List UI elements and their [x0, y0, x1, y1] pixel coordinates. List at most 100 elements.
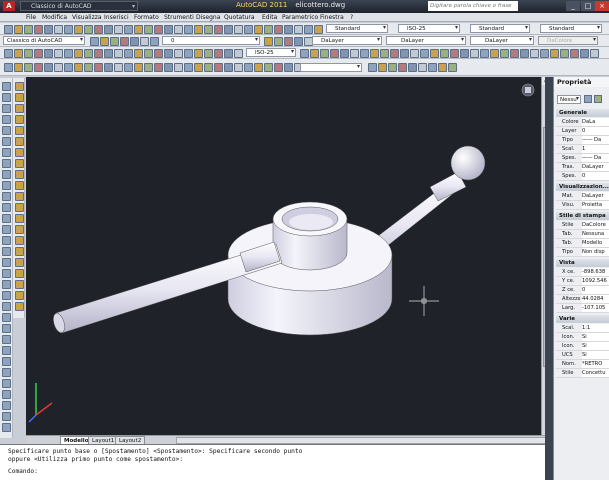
view-tool-icon[interactable]: [34, 63, 43, 72]
standard-tool-icon[interactable]: [294, 25, 303, 34]
view-tool-icon[interactable]: [144, 63, 153, 72]
property-row[interactable]: Tras. DaLayer: [556, 163, 609, 172]
standard-tool-icon[interactable]: [274, 25, 283, 34]
dimension-tool-icon[interactable]: [14, 49, 23, 58]
view-tool-icon[interactable]: [388, 63, 397, 72]
draw-tool-icon[interactable]: [2, 247, 11, 256]
standard-tool-icon[interactable]: [94, 25, 103, 34]
property-value[interactable]: DaLayer: [582, 192, 609, 200]
dimension-tool-icon[interactable]: [24, 49, 33, 58]
view-tool-icon[interactable]: [84, 63, 93, 72]
draw-tool-icon[interactable]: [2, 324, 11, 333]
layer-tool-icon[interactable]: [90, 37, 99, 46]
standard-tool-icon[interactable]: [234, 25, 243, 34]
view-tool-icon[interactable]: [224, 63, 233, 72]
dimension-tool-icon[interactable]: [520, 49, 529, 58]
property-section-header[interactable]: Vista: [556, 259, 609, 267]
draw-tool-icon[interactable]: [2, 357, 11, 366]
modify-tool-icon[interactable]: [15, 170, 24, 179]
view-tool-icon[interactable]: [418, 63, 427, 72]
property-value[interactable]: 0: [582, 127, 609, 135]
menu-visualizza[interactable]: Visualizza: [72, 13, 102, 22]
property-row[interactable]: Larg. -107.105: [556, 304, 609, 313]
property-row[interactable]: Visu. Proietta: [556, 201, 609, 210]
view-tool-icon[interactable]: [24, 63, 33, 72]
menu-edita[interactable]: Edita: [262, 13, 277, 22]
dimension-tool-icon[interactable]: [234, 49, 243, 58]
draw-tool-icon[interactable]: [2, 412, 11, 421]
modify-tool-icon[interactable]: [15, 104, 24, 113]
dimension-tool-icon[interactable]: [310, 49, 319, 58]
layer-tool-icon[interactable]: [100, 37, 109, 46]
property-value[interactable]: 44.0284: [582, 295, 609, 303]
property-row[interactable]: X ce. -898.638: [556, 268, 609, 277]
standard-tool-icon[interactable]: [74, 25, 83, 34]
color-combo[interactable]: DaLayer ▾: [312, 36, 382, 45]
property-value[interactable]: 1: [582, 145, 609, 153]
layer-tool-icon[interactable]: [110, 37, 119, 46]
property-section-header[interactable]: Varie: [556, 315, 609, 323]
standard-tool-icon[interactable]: [184, 25, 193, 34]
standard-tool-icon[interactable]: [304, 25, 313, 34]
view-tool-icon[interactable]: [408, 63, 417, 72]
draw-tool-icon[interactable]: [2, 203, 11, 212]
dimension-tool-icon[interactable]: [174, 49, 183, 58]
dimension-tool-icon[interactable]: [204, 49, 213, 58]
standard-tool-icon[interactable]: [164, 25, 173, 34]
view-tool-icon[interactable]: [184, 63, 193, 72]
view-tool-icon[interactable]: [94, 63, 103, 72]
lineweight-combo[interactable]: DaLayer ▾: [470, 36, 534, 45]
dimension-tool-icon[interactable]: [560, 49, 569, 58]
property-value[interactable]: *RETRO: [582, 360, 609, 368]
dimension-tool-icon[interactable]: [54, 49, 63, 58]
view-tool-icon[interactable]: [398, 63, 407, 72]
property-value[interactable]: 1:1: [582, 324, 609, 332]
property-row[interactable]: Scal. 1:1: [556, 324, 609, 333]
dimension-tool-icon[interactable]: [184, 49, 193, 58]
modify-tool-icon[interactable]: [15, 203, 24, 212]
draw-tool-icon[interactable]: [2, 346, 11, 355]
dimension-tool-icon[interactable]: [300, 49, 309, 58]
menu-strumenti[interactable]: Strumenti: [164, 13, 194, 22]
property-value[interactable]: Proietta: [582, 201, 609, 209]
draw-tool-icon[interactable]: [2, 302, 11, 311]
layer-tool-icon[interactable]: [274, 37, 283, 46]
standard-tool-icon[interactable]: [204, 25, 213, 34]
standard-tool-icon[interactable]: [134, 25, 143, 34]
dimstyle-combo-2[interactable]: ISO-25 ▾: [246, 48, 296, 57]
menu-modifica[interactable]: Modifica: [42, 13, 67, 22]
draw-tool-icon[interactable]: [2, 390, 11, 399]
modify-tool-icon[interactable]: [15, 280, 24, 289]
property-row[interactable]: Icon. Si: [556, 342, 609, 351]
property-value[interactable]: 1092.546: [582, 277, 609, 285]
tablestyle-combo[interactable]: Standard ▾: [470, 24, 530, 33]
draw-tool-icon[interactable]: [2, 93, 11, 102]
view-tool-icon[interactable]: [154, 63, 163, 72]
multileader-combo[interactable]: Standard ▾: [540, 24, 602, 33]
standard-tool-icon[interactable]: [284, 25, 293, 34]
property-row[interactable]: Stile Concettu: [556, 369, 609, 378]
app-logo-icon[interactable]: A: [3, 1, 15, 11]
dimension-tool-icon[interactable]: [134, 49, 143, 58]
layer-tool-icon[interactable]: [120, 37, 129, 46]
standard-tool-icon[interactable]: [144, 25, 153, 34]
layer-combo[interactable]: 0 ▾: [162, 36, 260, 45]
modify-tool-icon[interactable]: [15, 214, 24, 223]
modify-tool-icon[interactable]: [15, 247, 24, 256]
standard-tool-icon[interactable]: [244, 25, 253, 34]
property-value[interactable]: DaLa: [582, 118, 609, 126]
property-value[interactable]: Si: [582, 342, 609, 350]
standard-tool-icon[interactable]: [44, 25, 53, 34]
draw-tool-icon[interactable]: [2, 335, 11, 344]
view-tool-icon[interactable]: [134, 63, 143, 72]
view-tool-icon[interactable]: [438, 63, 447, 72]
draw-tool-icon[interactable]: [2, 401, 11, 410]
standard-tool-icon[interactable]: [124, 25, 133, 34]
drawing-canvas[interactable]: [26, 77, 541, 435]
dimension-tool-icon[interactable]: [380, 49, 389, 58]
property-section-header[interactable]: Visualizzazion...: [556, 183, 609, 191]
dimension-tool-icon[interactable]: [500, 49, 509, 58]
dimension-tool-icon[interactable]: [164, 49, 173, 58]
dimension-tool-icon[interactable]: [224, 49, 233, 58]
dimension-tool-icon[interactable]: [74, 49, 83, 58]
